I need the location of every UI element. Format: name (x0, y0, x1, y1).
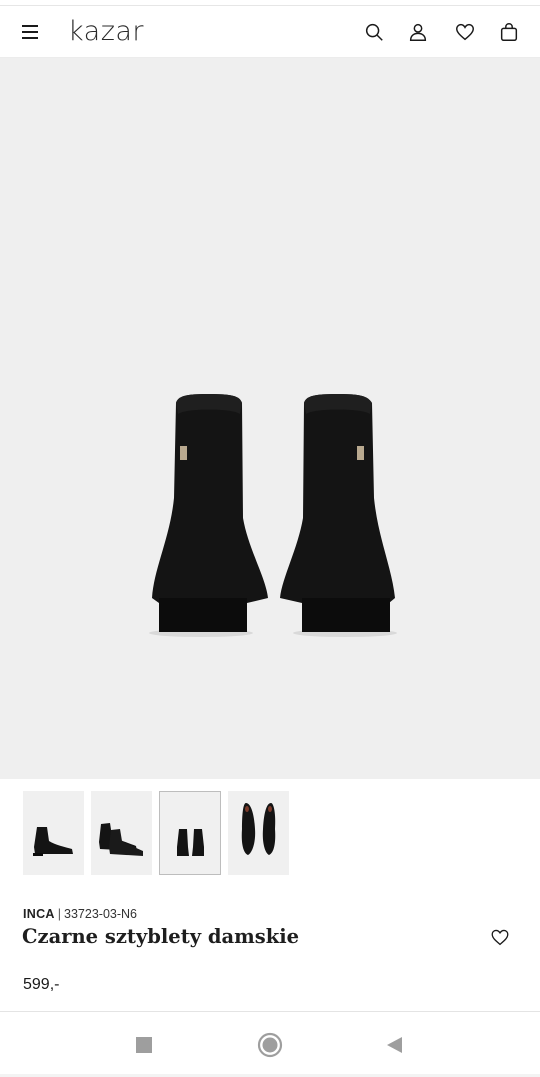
hamburger-menu-icon[interactable] (18, 20, 42, 44)
product-main-image[interactable] (0, 58, 540, 779)
thumbnail-back-view[interactable] (159, 791, 221, 875)
product-brand: INCA (23, 907, 55, 921)
boots-back-view-image (149, 394, 397, 637)
site-header: kazar (0, 6, 540, 58)
thumbnail-top-view[interactable] (228, 791, 289, 875)
product-sku: 33723-03-N6 (64, 907, 137, 921)
thumbnail-strip (23, 791, 289, 875)
add-to-wishlist-heart-icon[interactable] (490, 928, 512, 948)
product-title: Czarne sztyblety damskie (22, 925, 300, 948)
brand-logo[interactable]: kazar (68, 16, 144, 47)
circle-icon[interactable] (257, 1032, 283, 1058)
product-price: 599,- (23, 976, 60, 993)
triangle-back-icon[interactable] (381, 1032, 407, 1058)
android-navigation-bar (0, 1011, 540, 1077)
user-icon[interactable] (405, 19, 431, 45)
search-icon[interactable] (361, 19, 387, 45)
thumbnail-side-view[interactable] (23, 791, 84, 875)
meta-separator: | (57, 907, 62, 921)
thumbnail-pair-view[interactable] (91, 791, 152, 875)
product-meta: INCA | 33723-03-N6 (23, 907, 137, 921)
shopping-bag-icon[interactable] (496, 19, 522, 45)
square-icon[interactable] (131, 1032, 157, 1058)
heart-icon[interactable] (452, 19, 478, 45)
